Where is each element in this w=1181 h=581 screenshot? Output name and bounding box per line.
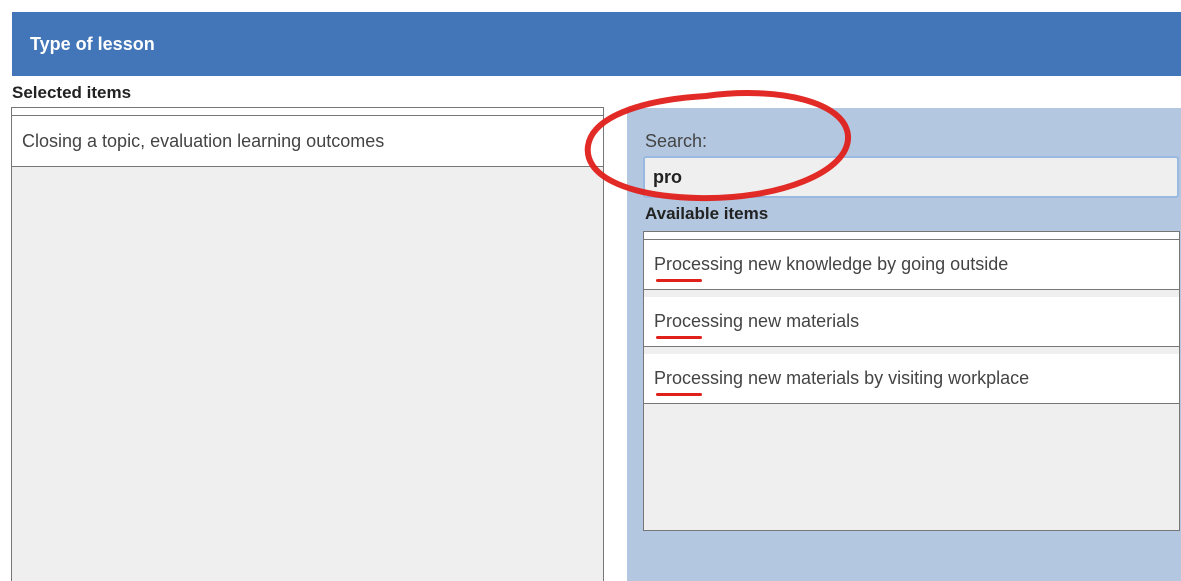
selected-item[interactable]: Closing a topic, evaluation learning out… — [12, 116, 603, 167]
match-underline — [656, 279, 702, 282]
match-underline — [656, 393, 702, 396]
available-item-processing-visiting-workplace[interactable]: Processing new materials by visiting wor… — [644, 354, 1179, 404]
panel-header: Type of lesson — [12, 12, 1181, 76]
list-top-border — [644, 232, 1179, 240]
panel-title: Type of lesson — [30, 33, 155, 54]
available-item-label: Processing new materials by visiting wor… — [654, 368, 1030, 388]
available-items-label: Available items — [645, 204, 769, 223]
match-underline — [656, 336, 702, 339]
list-top-border — [12, 108, 603, 116]
available-panel: Search: Available items Processing new k… — [627, 108, 1181, 581]
available-item-processing-new-knowledge[interactable]: Processing new knowledge by going outsid… — [644, 240, 1179, 290]
selected-items-label: Selected items — [12, 83, 132, 102]
search-label: Search: — [645, 131, 708, 151]
selected-items-list[interactable]: Closing a topic, evaluation learning out… — [11, 107, 604, 581]
available-item-label: Processing new materials — [654, 311, 860, 331]
available-item-processing-new-materials[interactable]: Processing new materials — [644, 297, 1179, 347]
available-item-label: Processing new knowledge by going outsid… — [654, 254, 1009, 274]
available-items-list[interactable]: Processing new knowledge by going outsid… — [643, 231, 1180, 531]
selected-item-label: Closing a topic, evaluation learning out… — [22, 130, 385, 151]
search-input[interactable] — [643, 156, 1179, 198]
